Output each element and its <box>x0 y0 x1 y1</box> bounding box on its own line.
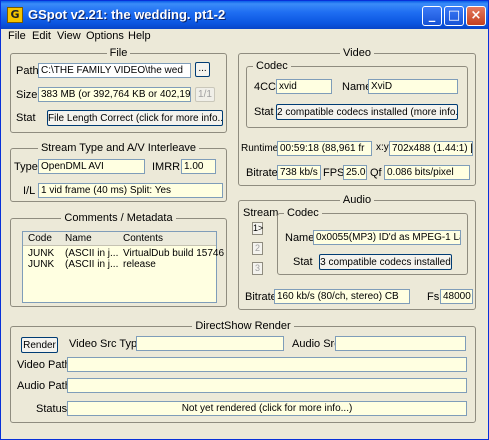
video-codec-group: Codec 4CC xvid Name XviD Stat 2 compatib… <box>246 60 468 128</box>
file-stat-label: Stat <box>16 112 36 124</box>
stream-type-group: Stream Type and A/V Interleave Type Open… <box>10 142 227 202</box>
render-button[interactable]: Render <box>21 337 58 353</box>
audio-path-label: Audio Path <box>17 380 71 392</box>
close-button[interactable]: × <box>466 6 486 26</box>
menu-view[interactable]: View <box>57 30 81 42</box>
runtime-label: Runtime <box>241 143 279 154</box>
file-part-button[interactable]: 1/1 <box>195 87 215 102</box>
size-label: Size <box>16 89 38 101</box>
audio-name-label: Name <box>285 232 315 244</box>
window-title: GSpot v2.21: the wedding. pt1-2 <box>28 7 226 22</box>
comments-group: Comments / Metadata Code Name Contents J… <box>10 212 227 307</box>
audio-name-field: 0x0055(MP3) ID'd as MPEG-1 Lay <box>313 230 461 245</box>
audio-bitrate-label: Bitrate <box>245 291 277 303</box>
audio-codec-title: Codec <box>284 207 322 219</box>
size-field: 383 MB (or 392,764 KB or 402,19 <box>38 87 191 102</box>
path-field[interactable]: C:\THE FAMILY VIDEO\the wed <box>38 63 191 78</box>
directshow-group: DirectShow Render Render Video Src Type … <box>10 320 476 423</box>
fps-field: 25.00 <box>343 165 367 180</box>
gspot-window: G GSpot v2.21: the wedding. pt1-2 _ □ × … <box>0 0 489 440</box>
type-label: Type <box>14 161 38 173</box>
audio-codec-group: Codec Name 0x0055(MP3) ID'd as MPEG-1 La… <box>277 207 468 275</box>
render-status-button[interactable]: Not yet rendered (click for more info...… <box>67 401 467 416</box>
audio-group: Audio Stream 1> 2 3 Codec Name 0x0055(MP… <box>238 194 476 310</box>
row1-contents: VirtualDub build 15746 <box>123 248 225 259</box>
xy-field: 702x488 (1.44:1) [~2 <box>389 141 473 156</box>
audio-bitrate-field: 160 kb/s (80/ch, stereo) CB <box>274 289 410 304</box>
fourcc-field: xvid <box>276 79 332 94</box>
type-field: OpenDML AVI <box>38 159 145 174</box>
stream-type-group-title: Stream Type and A/V Interleave <box>37 142 200 154</box>
file-stat-button[interactable]: File Length Correct (click for more info… <box>47 110 223 126</box>
audio-src-label: Audio Src <box>292 338 340 350</box>
path-label: Path <box>16 65 39 77</box>
title-bar[interactable]: G GSpot v2.21: the wedding. pt1-2 _ □ × <box>1 1 488 29</box>
video-name-field: XviD <box>368 79 458 94</box>
col-contents-header[interactable]: Contents <box>123 232 163 246</box>
fourcc-label: 4CC <box>254 81 277 93</box>
imrr-field: 1.00 <box>181 159 216 174</box>
gspot-app-icon: G <box>7 7 23 23</box>
runtime-field: 00:59:18 (88,961 fr <box>277 141 372 156</box>
il-label: I/L <box>23 185 36 197</box>
file-group: File Path C:\THE FAMILY VIDEO\the wed ..… <box>10 47 227 133</box>
imrr-label: IMRR <box>152 161 181 173</box>
qf-label: Qf <box>370 167 382 179</box>
fps-label: FPS <box>323 167 345 179</box>
row2-name: (ASCII in j... <box>65 259 119 270</box>
audio-stat-button[interactable]: 3 compatible codecs installed <box>319 254 452 270</box>
col-name-header[interactable]: Name <box>65 232 92 246</box>
audio-stream-3-button[interactable]: 3 <box>252 262 263 275</box>
video-name-label: Name <box>342 81 372 93</box>
file-group-title: File <box>106 47 131 59</box>
audio-stream-1-button[interactable]: 1> <box>252 222 263 235</box>
video-group: Video Codec 4CC xvid Name XviD Stat 2 co… <box>238 47 476 186</box>
video-stat-label: Stat <box>254 106 274 118</box>
menu-bar: File Edit View Options Help <box>1 29 488 45</box>
row2-code: JUNK <box>28 259 55 270</box>
menu-help[interactable]: Help <box>128 30 151 42</box>
row2-contents: release <box>123 259 156 270</box>
video-group-title: Video <box>340 47 374 59</box>
directshow-group-title: DirectShow Render <box>192 320 294 332</box>
row1-code: JUNK <box>28 248 55 259</box>
video-src-type-label: Video Src Type <box>69 338 144 350</box>
video-path-field <box>67 357 467 372</box>
minimize-button[interactable]: _ <box>422 6 442 26</box>
audio-group-title: Audio <box>339 194 375 206</box>
render-status-label: Status <box>36 403 68 415</box>
il-field: 1 vid frame (40 ms) Split: Yes <box>38 183 223 198</box>
video-path-label: Video Path <box>17 359 71 371</box>
audio-stat-label: Stat <box>293 256 313 268</box>
browse-button[interactable]: ... <box>195 62 210 77</box>
maximize-button[interactable]: □ <box>444 6 464 26</box>
video-stat-button[interactable]: 2 compatible codecs installed (more info… <box>276 104 458 120</box>
menu-options[interactable]: Options <box>86 30 124 42</box>
comments-group-title: Comments / Metadata <box>61 212 176 224</box>
qf-field: 0.086 bits/pixel <box>384 165 470 180</box>
video-bitrate-field: 738 kb/s <box>277 165 321 180</box>
row1-name: (ASCII in j... <box>65 248 119 259</box>
audio-src-field <box>335 336 466 351</box>
video-bitrate-label: Bitrate <box>246 167 278 179</box>
metadata-list-header: Code Name Contents <box>23 232 216 246</box>
xy-label: x:y <box>376 142 389 153</box>
audio-path-field <box>67 378 467 393</box>
audio-stream-2-button[interactable]: 2 <box>252 242 263 255</box>
stream-label: Stream <box>243 207 279 219</box>
menu-file[interactable]: File <box>8 30 26 42</box>
fs-field: 48000 Hz <box>440 289 473 304</box>
video-src-type-field <box>136 336 284 351</box>
metadata-list[interactable]: Code Name Contents JUNK (ASCII in j... V… <box>22 231 224 303</box>
video-codec-title: Codec <box>253 60 291 72</box>
col-code-header[interactable]: Code <box>28 232 52 246</box>
fs-label: Fs <box>427 291 440 303</box>
menu-edit[interactable]: Edit <box>32 30 51 42</box>
